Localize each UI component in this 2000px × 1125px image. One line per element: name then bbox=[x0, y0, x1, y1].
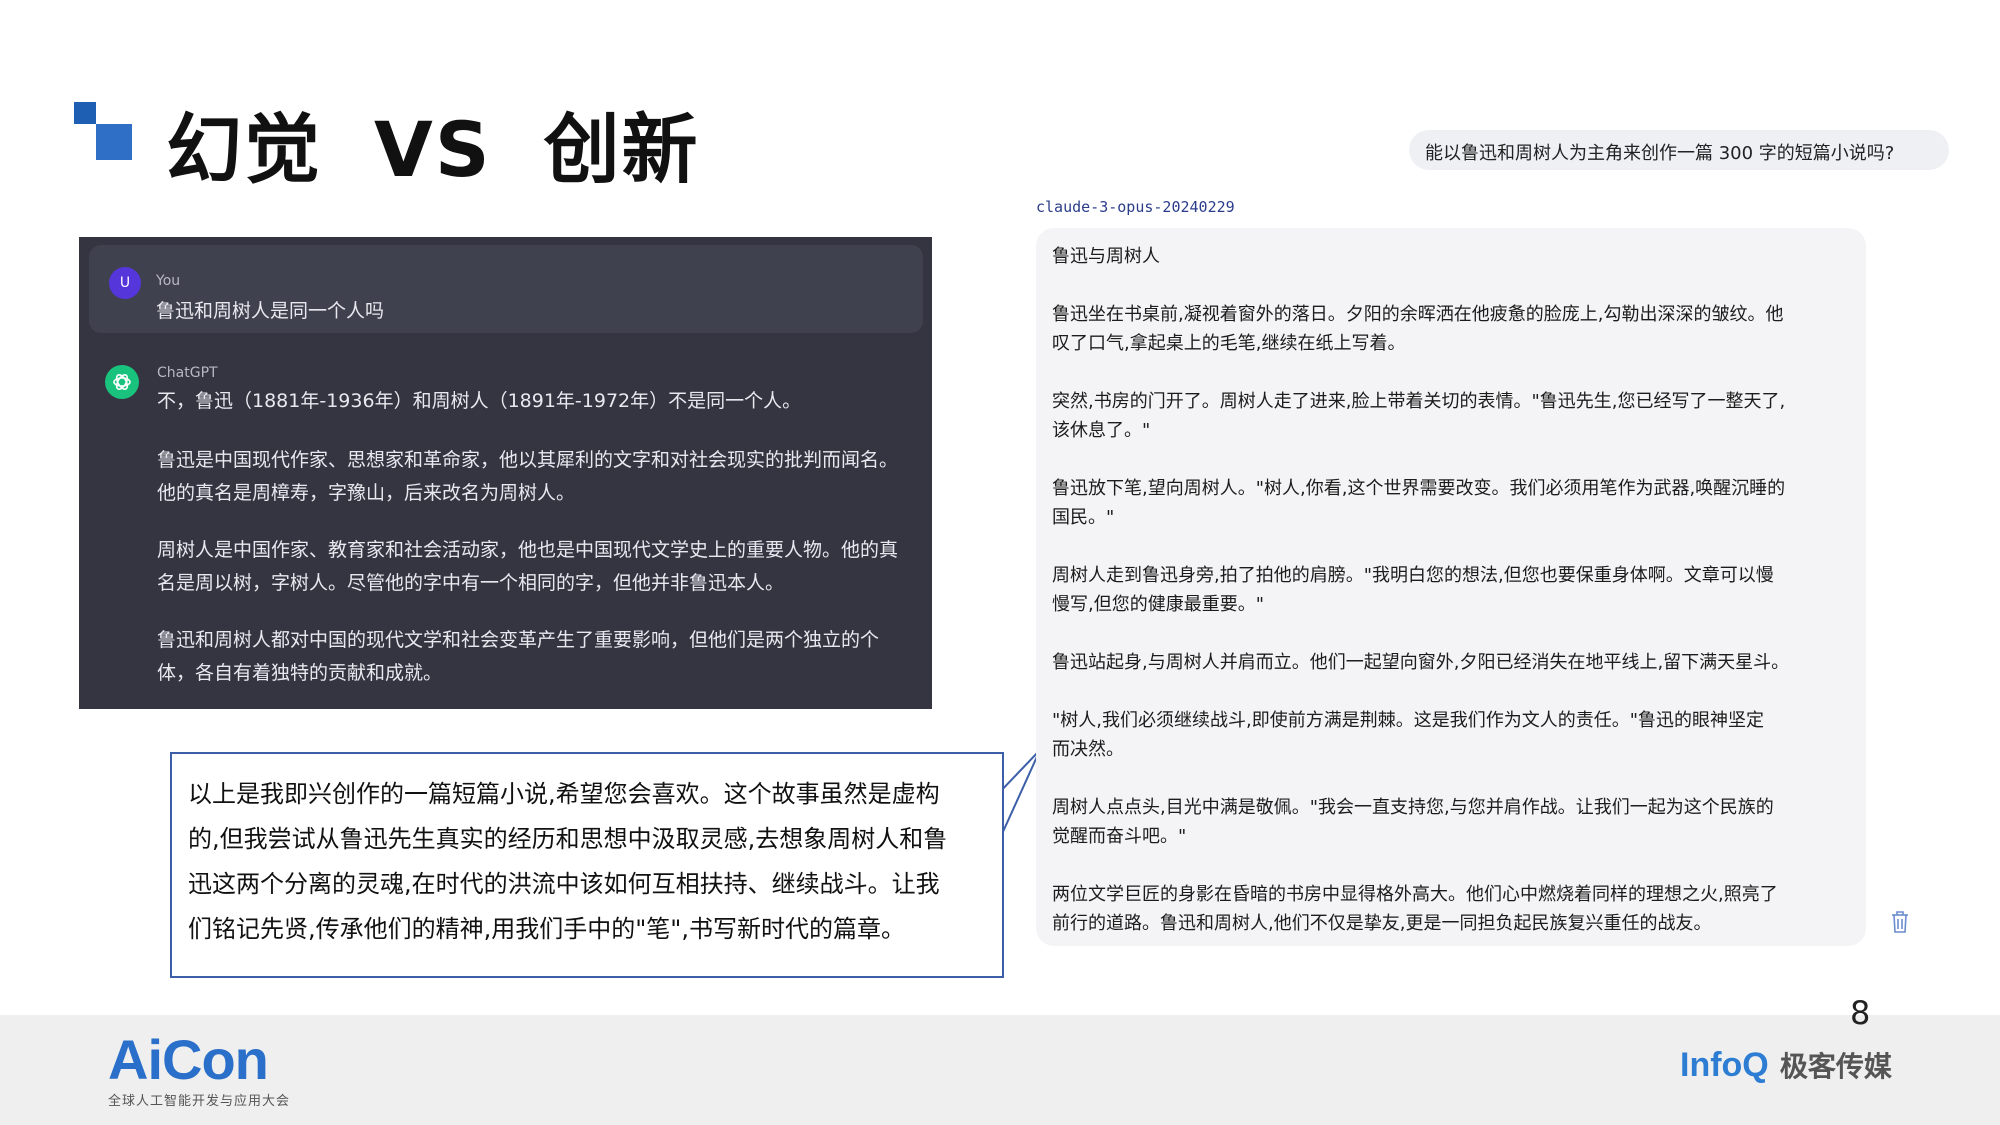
story-line: 周树人走到鲁迅身旁,拍了拍他的肩膀。"我明白您的想法,但您也要保重身体啊。文章可… bbox=[1052, 565, 1774, 586]
bot-name: ChatGPT bbox=[157, 365, 218, 381]
callout-line: 以上是我即兴创作的一篇短篇小说,希望您会喜欢。这个故事虽然是虚构 bbox=[188, 780, 940, 808]
callout-box: 以上是我即兴创作的一篇短篇小说,希望您会喜欢。这个故事虽然是虚构 的,但我尝试从… bbox=[170, 752, 1004, 978]
chatgpt-screenshot: U You 鲁迅和周树人是同一个人吗 ChatGPT 不，鲁迅（1881年-19… bbox=[79, 237, 932, 709]
aicon-wordmark: AiCon bbox=[108, 1028, 269, 1091]
user-question-bubble: 能以鲁迅和周树人为主角来创作一篇 300 字的短篇小说吗? bbox=[1409, 130, 1949, 170]
title-innovation: 创新 bbox=[543, 105, 700, 194]
geekbang-wordmark: 极客传媒 bbox=[1779, 1050, 1892, 1083]
story-line: 该休息了。" bbox=[1052, 420, 1151, 441]
title-hallucination: 幻觉 bbox=[166, 105, 322, 194]
callout-line: 们铭记先贤,传承他们的精神,用我们手中的"笔",书写新时代的篇章。 bbox=[188, 915, 905, 943]
reply-line: 名是周以树，字树人。尽管他的字中有一个相同的字，但他并非鲁迅本人。 bbox=[157, 572, 785, 594]
story-line: 国民。" bbox=[1052, 507, 1115, 528]
reply-line: 不，鲁迅（1881年-1936年）和周树人（1891年-1972年）不是同一个人… bbox=[157, 390, 802, 412]
page-number: 8 bbox=[1850, 994, 1871, 1032]
story-title: 鲁迅与周树人 bbox=[1052, 246, 1160, 267]
story-line: 慢写,但您的健康最重要。" bbox=[1052, 594, 1264, 615]
aicon-logo: AiCon 全球人工智能开发与应用大会 bbox=[108, 1028, 291, 1110]
title-vs: VS bbox=[374, 105, 492, 194]
story-line: 鲁迅站起身,与周树人并肩而立。他们一起望向窗外,夕阳已经消失在地平线上,留下满天… bbox=[1052, 652, 1790, 673]
user-message-bubble: U You 鲁迅和周树人是同一个人吗 bbox=[89, 245, 923, 333]
user-message: 鲁迅和周树人是同一个人吗 bbox=[156, 300, 385, 322]
story-line: 鲁迅放下笔,望向周树人。"树人,你看,这个世界需要改变。我们必须用笔作为武器,唤… bbox=[1052, 478, 1786, 499]
infoq-logo: InfoQ 极客传媒 bbox=[1680, 1045, 1892, 1085]
reply-line: 鲁迅是中国现代作家、思想家和革命家，他以其犀利的文字和对社会现实的批判而闻名。 bbox=[157, 449, 899, 471]
story-line: 两位文学巨匠的身影在昏暗的书房中显得格外高大。他们心中燃烧着同样的理想之火,照亮… bbox=[1052, 884, 1778, 905]
user-avatar: U bbox=[109, 267, 141, 299]
story-line: 前行的道路。鲁迅和周树人,他们不仅是挚友,更是一同担负起民族复兴重任的战友。 bbox=[1052, 913, 1712, 934]
story-line: 突然,书房的门开了。周树人走了进来,脸上带着关切的表情。"鲁迅先生,您已经写了一… bbox=[1052, 391, 1786, 412]
callout-line: 迅这两个分离的灵魂,在时代的洪流中该如何互相扶持、继续战斗。让我 bbox=[188, 870, 940, 898]
story-line: 叹了口气,拿起桌上的毛笔,继续在纸上写着。 bbox=[1052, 333, 1406, 354]
story-line: 而决然。 bbox=[1052, 739, 1124, 760]
infoq-wordmark: InfoQ bbox=[1680, 1046, 1769, 1084]
reply-line: 周树人是中国作家、教育家和社会活动家，他也是中国现代文学史上的重要人物。他的真 bbox=[157, 539, 899, 561]
reply-line: 他的真名是周樟寿，字豫山，后来改名为周树人。 bbox=[157, 482, 576, 504]
title-square-icon bbox=[74, 102, 136, 164]
trash-icon[interactable] bbox=[1890, 910, 1910, 934]
user-question: 能以鲁迅和周树人为主角来创作一篇 300 字的短篇小说吗? bbox=[1425, 143, 1895, 164]
aicon-subtitle: 全球人工智能开发与应用大会 bbox=[108, 1094, 291, 1109]
reply-line: 鲁迅和周树人都对中国的现代文学和社会变革产生了重要影响，但他们是两个独立的个 bbox=[157, 629, 880, 651]
model-label: claude-3-opus-20240229 bbox=[1036, 198, 1235, 216]
claude-response: 鲁迅与周树人 鲁迅坐在书桌前,凝视着窗外的落日。夕阳的余晖洒在他疲惫的脸庞上,勾… bbox=[1036, 228, 1866, 946]
story-line: 鲁迅坐在书桌前,凝视着窗外的落日。夕阳的余晖洒在他疲惫的脸庞上,勾勒出深深的皱纹… bbox=[1052, 304, 1784, 325]
openai-logo-icon bbox=[105, 365, 139, 399]
callout-line: 的,但我尝试从鲁迅先生真实的经历和思想中汲取灵感,去想象周树人和鲁 bbox=[188, 825, 948, 853]
page-title: 幻觉 VS 创新 bbox=[166, 88, 700, 198]
user-name: You bbox=[156, 273, 181, 289]
reply-line: 体，各自有着独特的贡献和成就。 bbox=[157, 662, 443, 684]
story-line: 觉醒而奋斗吧。" bbox=[1052, 826, 1187, 847]
story-line: 周树人点点头,目光中满是敬佩。"我会一直支持您,与您并肩作战。让我们一起为这个民… bbox=[1052, 797, 1774, 818]
story-line: "树人,我们必须继续战斗,即使前方满是荆棘。这是我们作为文人的责任。"鲁迅的眼神… bbox=[1052, 710, 1764, 731]
